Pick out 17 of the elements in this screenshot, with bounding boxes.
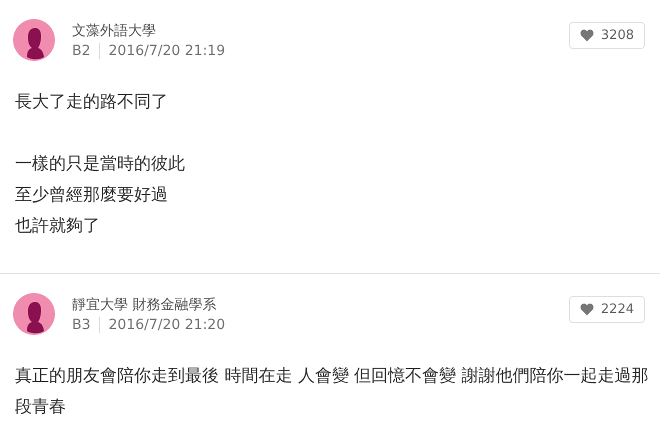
school-name: 靜宜大學 財務金融學系	[72, 296, 218, 314]
post-time: 2016/7/20 21:19	[108, 42, 226, 58]
floor-number: B3	[72, 316, 100, 332]
post-text: 長大了走的路不同了	[15, 91, 169, 114]
avatar-icon	[13, 293, 55, 335]
post-text: 至少曾經那麼要好過	[15, 184, 169, 207]
like-button[interactable]: 3208	[568, 22, 645, 48]
post-time: 2016/7/20 21:20	[108, 316, 226, 332]
floor-number: B2	[72, 42, 100, 58]
heart-icon	[580, 28, 594, 42]
heart-icon	[580, 302, 594, 316]
school-name: 文藻外語大學	[72, 22, 157, 40]
post-text: 一樣的只是當時的彼此	[15, 153, 186, 176]
post-text: 真正的朋友會陪你走到最後 時間在走 人會變 但回憶不會變 謝謝他們陪你一起走過那段青春	[15, 365, 650, 419]
post-text: 也許就夠了	[15, 215, 101, 238]
avatar-icon	[13, 19, 55, 61]
like-button[interactable]: 2224	[568, 296, 645, 322]
